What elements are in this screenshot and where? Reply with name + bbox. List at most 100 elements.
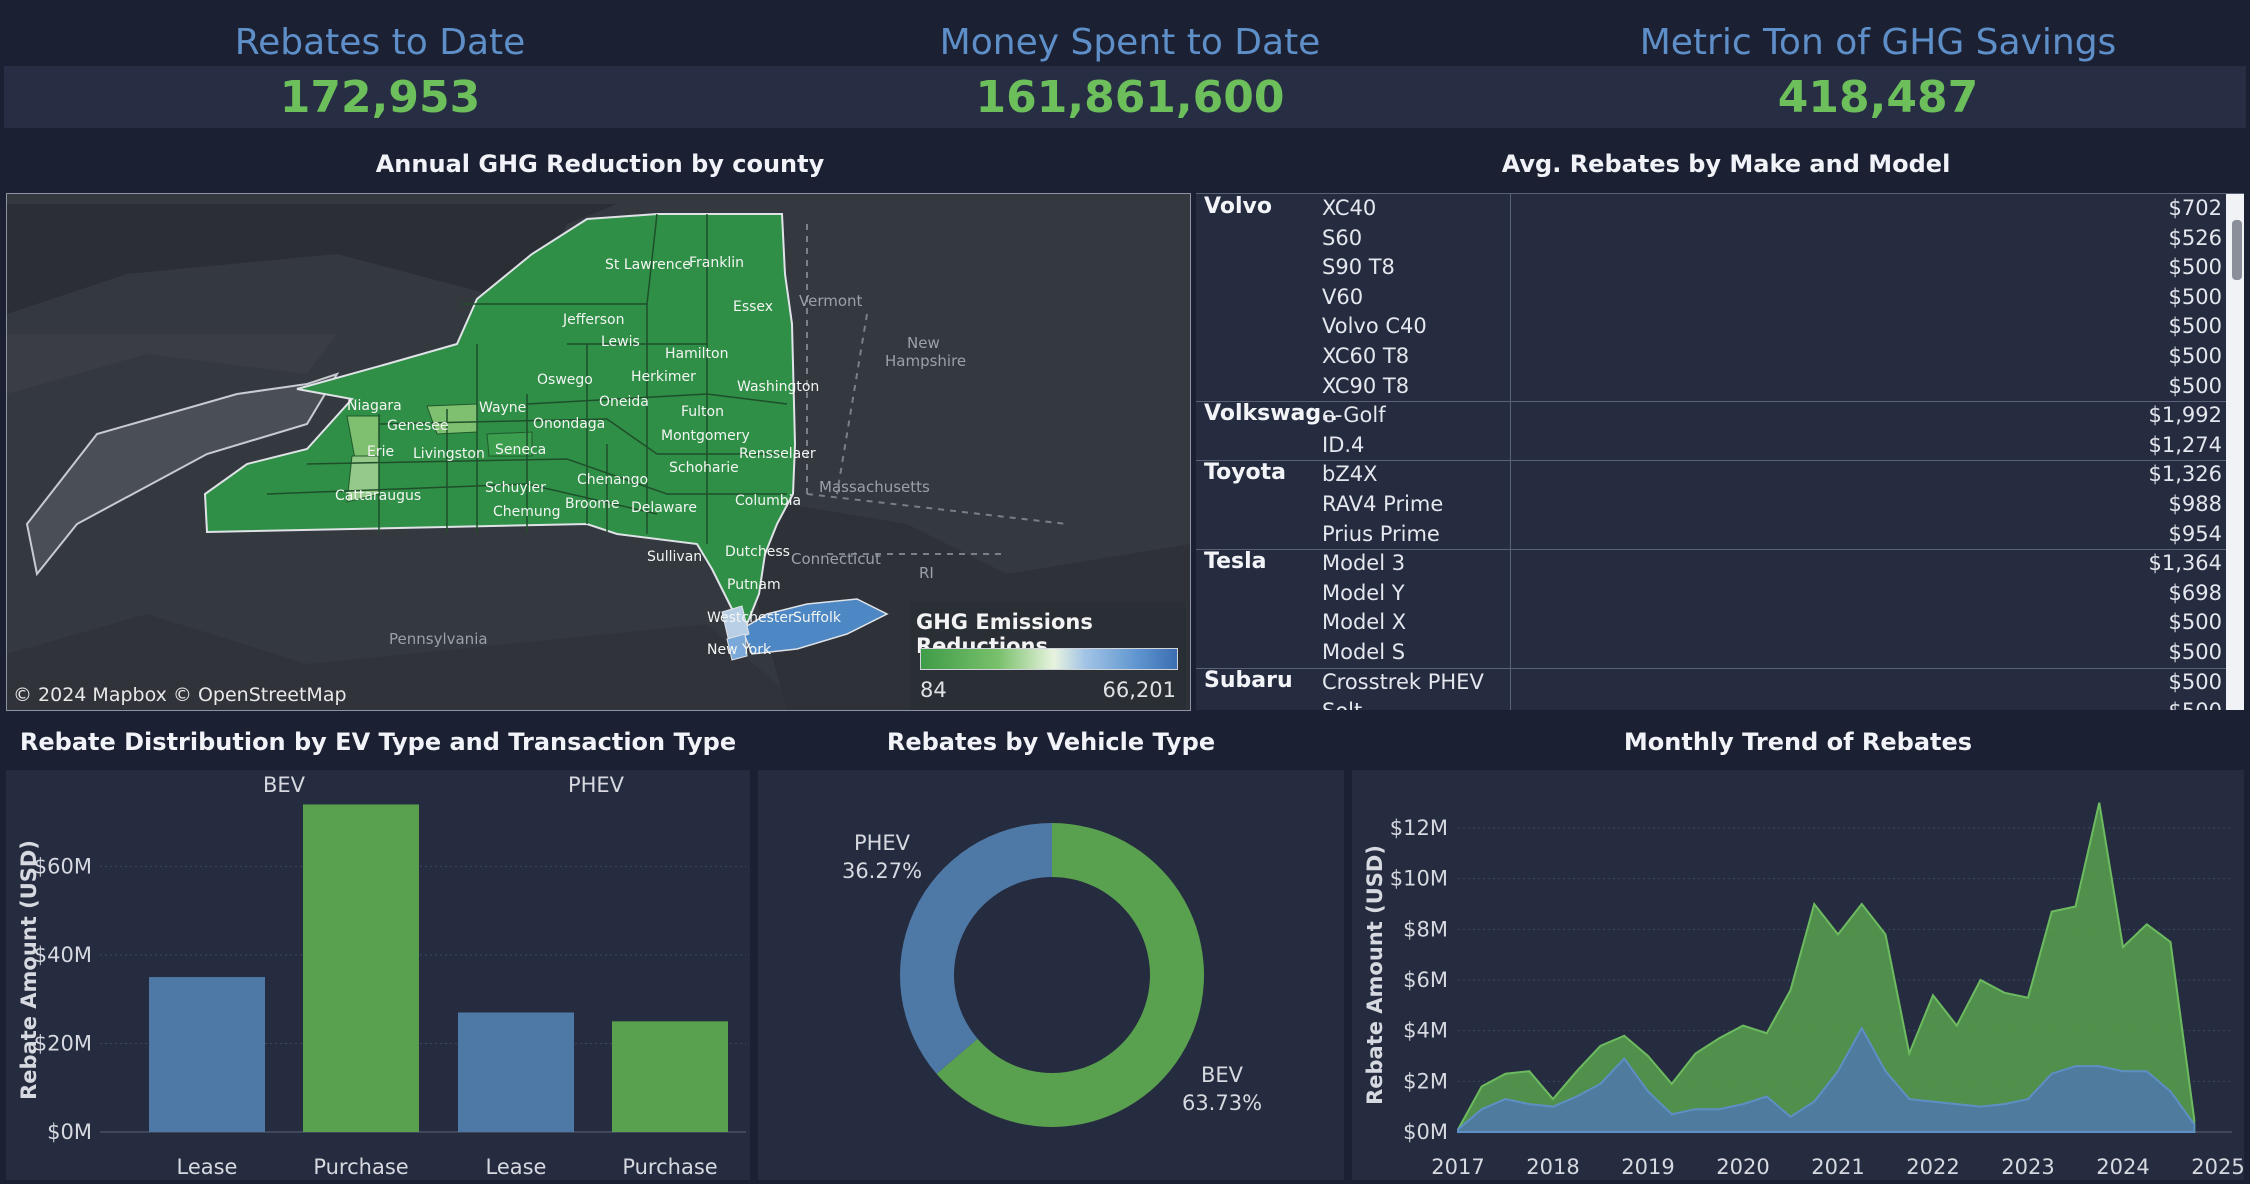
table-row[interactable]: Crosstrek PHEV $500	[1322, 668, 2222, 698]
table-row[interactable]: RAV4 Prime $988	[1322, 490, 2222, 520]
avg-rebate-value: $500	[2168, 284, 2222, 309]
avg-rebate-value: $988	[2168, 491, 2222, 516]
bar-bev-purchase[interactable]	[303, 804, 419, 1132]
table-row[interactable]: V60 $500	[1322, 283, 2222, 313]
make-group[interactable]: Tesla Model 3 $1,364 Model Y $698 Model X $500…	[1196, 549, 2226, 669]
x-tick-label: Lease	[177, 1155, 238, 1179]
model-name: XC90 T8	[1322, 373, 1410, 398]
table-row[interactable]: Model 3 $1,364	[1322, 549, 2222, 579]
table-row[interactable]: XC40 $702	[1322, 194, 2222, 224]
make-model-table[interactable]: Volvo XC40 $702 S60 $526 S90 T8 $500 V60 $500 Vol…	[1196, 193, 2244, 710]
bar-panel: BEV PHEV Rebate Amount (USD) $0M $20M $40M…	[6, 770, 750, 1180]
svg-text:New: New	[907, 334, 940, 352]
legend-min: 84	[920, 678, 947, 702]
y-tick-label: $20M	[34, 1031, 92, 1055]
area-chart[interactable]: Rebate Amount (USD) $0M $2M $4M $6M $8M $10M $…	[1352, 770, 2245, 1180]
svg-text:Cattaraugus: Cattaraugus	[335, 488, 421, 504]
model-name: V60	[1322, 284, 1364, 309]
svg-text:Livingston: Livingston	[413, 446, 485, 462]
kpi-rebates-value: 172,953	[279, 72, 481, 123]
avg-rebate-value: $500	[2168, 610, 2222, 635]
svg-text:RI: RI	[919, 564, 934, 582]
model-name: Crosstrek PHEV	[1322, 669, 1484, 694]
y-tick-label: $40M	[34, 943, 92, 967]
table-row[interactable]: XC90 T8 $500	[1322, 372, 2222, 402]
bar-title: Rebate Distribution by EV Type and Trans…	[19, 728, 737, 756]
legend-color-ramp	[920, 648, 1178, 670]
kpi-rebates-title: Rebates to Date	[234, 22, 526, 63]
make-name: Tesla	[1204, 549, 1267, 575]
kpi-ghg-value: 418,487	[1777, 72, 1979, 123]
svg-text:Chemung: Chemung	[493, 504, 561, 520]
table-row[interactable]: XC60 T8 $500	[1322, 342, 2222, 372]
x-tick-label: 2017	[1431, 1155, 1484, 1179]
x-tick-label: 2024	[2096, 1155, 2149, 1179]
bar-phev-purchase[interactable]	[612, 1021, 728, 1132]
svg-text:New York: New York	[707, 642, 772, 658]
svg-text:Oswego: Oswego	[537, 372, 593, 388]
model-name: e-Golf	[1322, 403, 1386, 428]
svg-text:Westchester: Westchester	[707, 610, 794, 626]
x-tick-label: 2023	[2001, 1155, 2054, 1179]
table-row[interactable]: e-Golf $1,992	[1322, 401, 2222, 431]
svg-text:Herkimer: Herkimer	[631, 369, 696, 385]
map-credit[interactable]: © 2024 Mapbox © OpenStreetMap	[13, 684, 347, 706]
donut-panel: PHEV 36.27% BEV 63.73%	[758, 770, 1344, 1180]
make-name: Toyota	[1204, 460, 1287, 486]
model-name: Solt..	[1322, 699, 1376, 710]
group-label-phev: PHEV	[568, 773, 625, 797]
table-scrollbar[interactable]	[2226, 194, 2244, 710]
make-group[interactable]: Volkswag.. e-Golf $1,992 ID.4 $1,274	[1196, 401, 2226, 462]
make-group[interactable]: Toyota bZ4X $1,326 RAV4 Prime $988 Prius Prim…	[1196, 460, 2226, 551]
model-name: Model S	[1322, 639, 1406, 664]
x-tick-label: 2020	[1716, 1155, 1769, 1179]
table-row[interactable]: Model S $500	[1322, 638, 2222, 668]
bar-y-axis-title: Rebate Amount (USD)	[17, 840, 41, 1100]
y-tick-label: $60M	[34, 854, 92, 878]
donut-chart[interactable]: PHEV 36.27% BEV 63.73%	[758, 770, 1344, 1180]
area-title: Monthly Trend of Rebates	[1623, 728, 1973, 756]
donut-slice-phev[interactable]	[900, 823, 1052, 1074]
table-title: Avg. Rebates by Make and Model	[1501, 150, 1951, 178]
svg-text:Columbia: Columbia	[735, 493, 801, 509]
bev-slice-label: BEV	[1201, 1063, 1244, 1087]
make-name: Subaru	[1204, 667, 1293, 693]
bar-chart[interactable]: BEV PHEV Rebate Amount (USD) $0M $20M $40M…	[6, 770, 750, 1180]
bar-phev-lease[interactable]	[458, 1012, 574, 1132]
table-row[interactable]: Model Y $698	[1322, 579, 2222, 609]
table-row[interactable]: bZ4X $1,326	[1322, 460, 2222, 490]
table-row[interactable]: Solt.. $500	[1322, 697, 2222, 710]
table-row[interactable]: ID.4 $1,274	[1322, 431, 2222, 461]
svg-text:Onondaga: Onondaga	[533, 416, 605, 432]
x-tick-label: 2018	[1526, 1155, 1579, 1179]
svg-text:Seneca: Seneca	[495, 442, 546, 458]
svg-text:Delaware: Delaware	[631, 500, 697, 516]
table-row[interactable]: Model X $500	[1322, 608, 2222, 638]
model-name: XC60 T8	[1322, 344, 1410, 368]
svg-text:Washington: Washington	[737, 379, 819, 395]
kpi-strip: Rebates to Date 172,953 Money Spent to D…	[0, 0, 2250, 128]
svg-text:Essex: Essex	[733, 299, 773, 315]
svg-text:Wayne: Wayne	[479, 400, 526, 416]
scroll-thumb[interactable]	[2232, 220, 2242, 280]
table-row[interactable]: S90 T8 $500	[1322, 253, 2222, 283]
x-tick-label: 2021	[1811, 1155, 1864, 1179]
svg-text:Schuyler: Schuyler	[485, 480, 546, 496]
phev-slice-label: PHEV	[854, 831, 911, 855]
table-row[interactable]: Prius Prime $954	[1322, 520, 2222, 550]
svg-text:Broome: Broome	[565, 496, 619, 512]
bar-bev-lease[interactable]	[149, 977, 265, 1132]
svg-text:Lewis: Lewis	[601, 334, 640, 350]
svg-text:Chenango: Chenango	[577, 472, 648, 488]
table-row[interactable]: Volvo C40 $500	[1322, 312, 2222, 342]
make-group[interactable]: Volvo XC40 $702 S60 $526 S90 T8 $500 V60 $500 Vol…	[1196, 194, 2226, 403]
y-tick-label: $10M	[1390, 867, 1448, 891]
make-group[interactable]: Subaru Crosstrek PHEV $500 Solt.. $500	[1196, 668, 2226, 710]
area-y-axis-title: Rebate Amount (USD)	[1363, 845, 1387, 1105]
svg-text:Hampshire: Hampshire	[885, 352, 966, 370]
model-name: Model Y	[1322, 580, 1405, 605]
table-row[interactable]: S60 $526	[1322, 224, 2222, 254]
model-name: ID.4	[1322, 432, 1365, 457]
county-map[interactable]: St Lawrence Franklin Essex Jefferson Lew…	[6, 193, 1191, 711]
avg-rebate-value: $1,992	[2148, 403, 2222, 428]
